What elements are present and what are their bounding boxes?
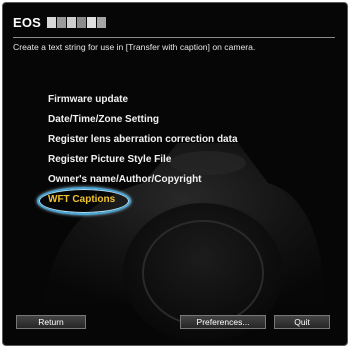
return-button[interactable]: Return xyxy=(16,315,86,329)
preferences-button[interactable]: Preferences... xyxy=(180,315,266,329)
menu-item-register-lens-aberration[interactable]: Register lens aberration correction data xyxy=(48,134,238,145)
app-title: EOS xyxy=(13,14,42,30)
title-row: EOS xyxy=(13,12,107,32)
menu-item-owner-author-copyright[interactable]: Owner's name/Author/Copyright xyxy=(48,174,202,185)
eos-utility-window: EOS Create a text string for use in [Tra… xyxy=(2,2,348,346)
menu-item-firmware-update[interactable]: Firmware update xyxy=(48,94,128,105)
header-divider xyxy=(13,37,335,38)
menu-item-date-time-zone[interactable]: Date/Time/Zone Setting xyxy=(48,114,159,125)
quit-button[interactable]: Quit xyxy=(274,315,330,329)
model-name-redacted xyxy=(47,16,107,28)
subtitle-text: Create a text string for use in [Transfe… xyxy=(13,42,256,52)
menu-item-register-picture-style[interactable]: Register Picture Style File xyxy=(48,154,171,165)
menu-item-wft-captions[interactable]: WFT Captions xyxy=(48,194,115,205)
